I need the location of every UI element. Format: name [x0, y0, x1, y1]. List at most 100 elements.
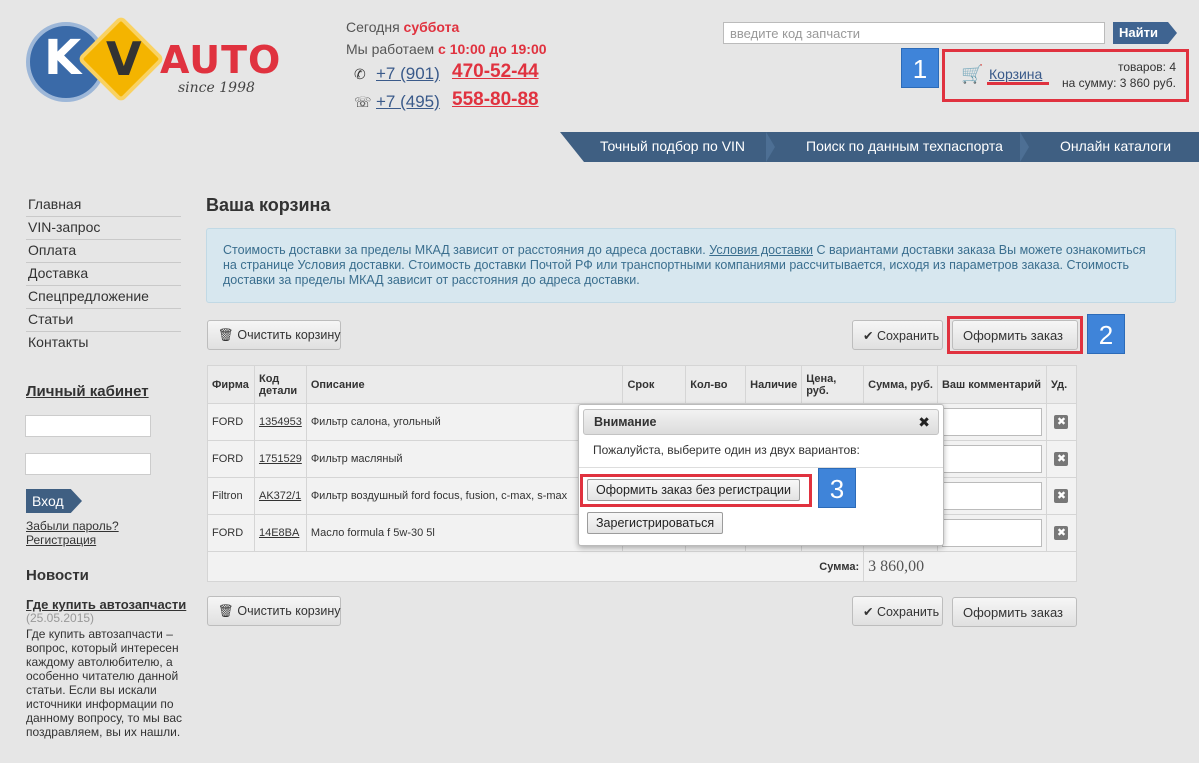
col-brand: Фирма [207, 365, 255, 404]
cabinet-title[interactable]: Личный кабинет [26, 383, 149, 400]
comment-input[interactable] [941, 482, 1042, 510]
delete-icon[interactable]: ✖ [1054, 526, 1069, 540]
row-code-link[interactable]: 1354953 [253, 403, 307, 441]
delete-icon[interactable]: ✖ [1054, 489, 1069, 503]
today-label: Сегодня [346, 19, 400, 35]
logo-since-text: since 1998 [178, 80, 255, 96]
sidebar-item-contacts[interactable]: Контакты [26, 332, 181, 355]
col-price: Цена, руб. [801, 365, 865, 404]
cart-highlight-underline [987, 82, 1049, 85]
logo-auto-text: AUTO [160, 38, 282, 82]
col-qty: Кол-во [685, 365, 747, 404]
mobile-phone-icon: ✆ [354, 66, 366, 82]
site-logo[interactable]: K V AUTO since 1998 [26, 15, 280, 110]
comment-input[interactable] [941, 445, 1042, 473]
sidebar-menu: Главная VIN-запрос Оплата Доставка Спецп… [26, 194, 181, 355]
clear-cart-button-bottom[interactable]: 🗑 Очистить корзину [207, 596, 341, 626]
save-button-top[interactable]: ✔ Сохранить [852, 320, 943, 350]
news-headline[interactable]: Где купить автозапчасти [26, 597, 186, 612]
today-day: суббота [403, 19, 460, 35]
sidebar-item-delivery[interactable]: Доставка [26, 263, 181, 286]
close-icon[interactable]: ✖ [918, 414, 930, 431]
row-description: Фильтр воздушный ford focus, fusion, c-m… [305, 477, 624, 515]
col-term: Срок [622, 365, 687, 404]
row-brand: FORD [207, 403, 255, 441]
phone1-number: 470-52-44 [452, 61, 539, 82]
comment-input[interactable] [941, 408, 1042, 436]
login-button[interactable]: Вход [26, 489, 82, 513]
col-description: Описание [305, 365, 624, 404]
logo-k: K [44, 30, 82, 86]
forgot-password-link[interactable]: Забыли пароль? [26, 519, 119, 533]
login-field[interactable] [25, 415, 151, 437]
nav-separator [1020, 132, 1029, 162]
register-button[interactable]: Зарегистрироваться [587, 512, 724, 534]
col-delete: Уд. [1045, 365, 1078, 404]
nav-catalogs[interactable]: Онлайн каталоги [1060, 138, 1171, 154]
row-brand: FORD [207, 440, 255, 478]
hours-line: Мы работаем с 10:00 до 19:00 [346, 38, 606, 60]
step-badge-1: 1 [901, 48, 939, 88]
sum-label: Сумма: [801, 551, 865, 582]
cart-widget[interactable]: 🛒 Корзина товаров: 4 на сумму: 3 860 руб… [942, 49, 1189, 102]
phone2-number: 558-80-88 [452, 89, 539, 110]
comment-input[interactable] [941, 519, 1042, 547]
dialog-divider [579, 467, 943, 468]
delivery-terms-link[interactable]: Условия доставки [709, 243, 813, 257]
nav-vin[interactable]: Точный подбор по VIN [600, 138, 745, 154]
register-link[interactable]: Регистрация [26, 533, 96, 547]
sum-value: 3 860,00 [863, 551, 1077, 582]
hours-label: Мы работаем [346, 41, 435, 57]
delete-icon[interactable]: ✖ [1054, 415, 1069, 429]
phone1-prefix: +7 (901) [376, 64, 440, 83]
today-line: Сегодня суббота [346, 16, 606, 38]
news-text: Где купить автозапчасти – вопрос, которы… [26, 627, 183, 739]
row-code-link[interactable]: 1751529 [253, 440, 307, 478]
clear-cart-button-top[interactable]: 🗑 Очистить корзину [207, 320, 341, 350]
table-header-row: Фирма Код детали Описание Срок Кол-во На… [207, 365, 1078, 404]
sidebar-item-articles[interactable]: Статьи [26, 309, 181, 332]
top-nav: Точный подбор по VIN Поиск по данным тех… [560, 132, 1199, 162]
cart-count: товаров: 4 [1117, 60, 1176, 74]
order-button-bottom[interactable]: Оформить заказ [952, 597, 1077, 627]
row-brand: Filtron [207, 477, 255, 515]
step-badge-3: 3 [818, 468, 856, 508]
logo-v: V [106, 32, 142, 86]
order-button-top[interactable]: Оформить заказ [952, 320, 1078, 350]
password-field[interactable] [25, 453, 151, 475]
trash-icon: 🗑 [218, 328, 234, 342]
nav-passport[interactable]: Поиск по данным техпаспорта [806, 138, 1003, 154]
save-label: Сохранить [876, 329, 940, 343]
row-code-link[interactable]: AK372/1 [253, 477, 307, 515]
check-icon: ✔ [863, 605, 874, 619]
col-comment: Ваш комментарий [936, 365, 1047, 404]
row-description: Фильтр масляный [305, 440, 624, 478]
sidebar-item-vin[interactable]: VIN-запрос [26, 217, 181, 240]
delivery-info-box: Стоимость доставки за пределы МКАД завис… [206, 228, 1176, 303]
delete-icon[interactable]: ✖ [1054, 452, 1069, 466]
hours-value: с 10:00 до 19:00 [438, 41, 547, 57]
dialog-message: Пожалуйста, выберите один из двух вариан… [593, 443, 860, 457]
cart-icon: 🛒 [961, 64, 984, 84]
col-availability: Наличие [745, 365, 803, 404]
sidebar-item-special[interactable]: Спецпредложение [26, 286, 181, 309]
sidebar-item-payment[interactable]: Оплата [26, 240, 181, 263]
cart-sum: на сумму: 3 860 руб. [1061, 76, 1176, 90]
sum-row: Сумма: 3 860,00 [206, 551, 1077, 582]
sidebar-item-home[interactable]: Главная [26, 194, 181, 217]
row-code-link[interactable]: 14E8BA [253, 514, 307, 552]
phone-icon: ☏ [354, 94, 372, 110]
attention-dialog: Внимание ✖ Пожалуйста, выберите один из … [578, 404, 944, 546]
cart-link[interactable]: Корзина [989, 66, 1042, 82]
phone-mobile[interactable]: ✆ +7 (901) 470-52-44 [354, 61, 574, 90]
search-button[interactable]: Найти [1113, 22, 1177, 44]
order-without-registration-button[interactable]: Оформить заказ без регистрации [587, 479, 800, 501]
check-icon: ✔ [863, 329, 874, 343]
dialog-title: Внимание [594, 415, 657, 429]
clear-cart-label: Очистить корзину [237, 604, 341, 618]
dialog-header: Внимание ✖ [583, 409, 939, 435]
phone-landline[interactable]: ☏ +7 (495) 558-80-88 [354, 89, 574, 118]
news-title: Новости [26, 567, 89, 584]
search-input[interactable]: введите код запчасти [723, 22, 1105, 44]
save-button-bottom[interactable]: ✔ Сохранить [852, 596, 943, 626]
